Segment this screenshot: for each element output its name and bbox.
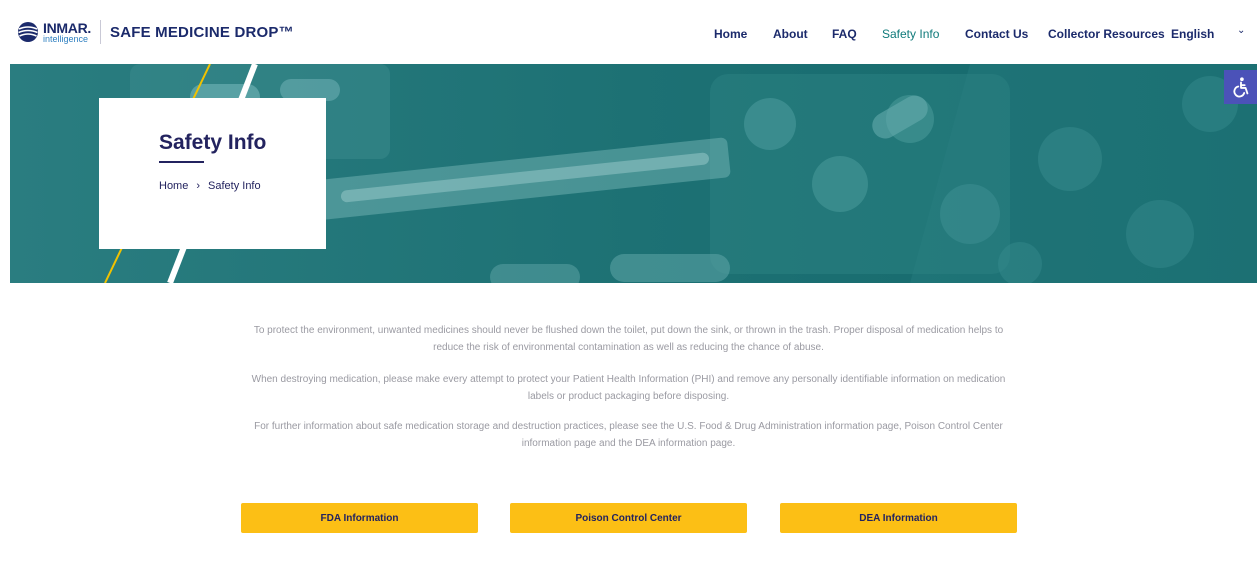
main-nav: Home About FAQ Safety Info Contact Us Co…: [0, 27, 1257, 43]
dea-information-button[interactable]: DEA Information: [780, 503, 1017, 533]
intro-paragraph: To protect the environment, unwanted med…: [253, 325, 1004, 353]
nav-safety-info[interactable]: Safety Info: [882, 27, 939, 41]
fda-information-button[interactable]: FDA Information: [241, 503, 478, 533]
nav-faq[interactable]: FAQ: [832, 27, 857, 41]
nav-contact-us[interactable]: Contact Us: [965, 27, 1028, 41]
breadcrumb-home[interactable]: Home: [159, 180, 188, 192]
chevron-down-icon[interactable]: ⌄: [1237, 25, 1245, 36]
page-title-card: Safety Info Home › Safety Info: [99, 98, 326, 249]
site-header: INMAR. intelligence SAFE MEDICINE DROP™ …: [0, 0, 1257, 64]
breadcrumb: Home › Safety Info: [159, 180, 261, 192]
nav-home[interactable]: Home: [714, 27, 747, 41]
title-underline: [159, 161, 204, 163]
language-selector[interactable]: English: [1171, 27, 1214, 41]
phi-paragraph: When destroying medication, please make …: [251, 374, 1006, 402]
further-info-paragraph: For further information about safe medic…: [254, 421, 1003, 449]
nav-about[interactable]: About: [773, 27, 808, 41]
poison-control-center-button[interactable]: Poison Control Center: [510, 503, 747, 533]
nav-collector-resources[interactable]: Collector Resources: [1048, 27, 1165, 41]
breadcrumb-separator: ›: [196, 180, 201, 192]
page-title: Safety Info: [159, 131, 267, 154]
accessibility-icon: [1232, 77, 1248, 98]
accessibility-button[interactable]: [1224, 70, 1257, 104]
breadcrumb-current: Safety Info: [208, 180, 261, 192]
